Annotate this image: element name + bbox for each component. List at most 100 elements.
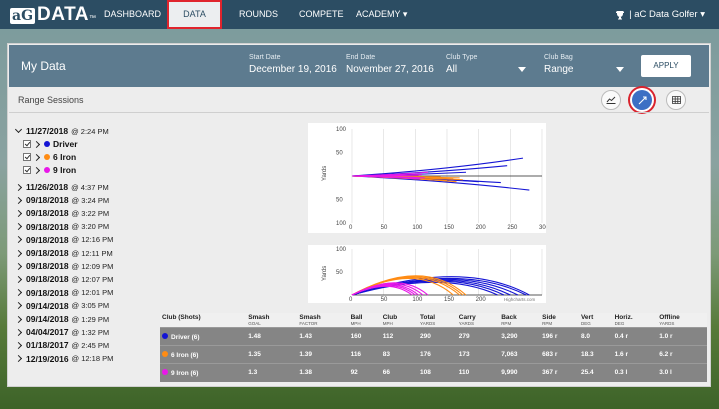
start-date-value[interactable]: December 19, 2016 [249, 64, 337, 75]
session-item[interactable]: 09/18/2018 @ 12:16 PM [14, 234, 113, 245]
session-item[interactable]: 12/19/2016 @ 12:18 PM [14, 353, 114, 364]
session-item[interactable]: 09/18/2018 @ 3:20 PM [14, 222, 109, 232]
end-date-value[interactable]: November 27, 2016 [346, 64, 434, 75]
club-item-6-iron[interactable]: 6 Iron [23, 152, 76, 162]
x-tick-label: 0 [349, 225, 353, 231]
logo-data: DATA [37, 4, 89, 25]
club-label: Driver [53, 139, 78, 149]
column-unit: FACTOR [299, 321, 318, 326]
nav-data[interactable]: DATA [167, 0, 222, 29]
club-item-9-iron[interactable]: 9 Iron [23, 165, 76, 175]
session-item[interactable]: 09/18/2018 @ 12:01 PM [14, 287, 114, 298]
y-axis-label: Yards [322, 266, 328, 281]
club-bag-value: Range [544, 64, 574, 75]
club-bag-label: Club Bag [544, 54, 573, 61]
logo-trademark: ™ [88, 15, 96, 22]
nav-rounds[interactable]: ROUNDS [239, 0, 278, 29]
table-cell: 25.4 [578, 363, 613, 382]
column-header: Vert DEG [578, 313, 613, 328]
chevron-right-icon [14, 196, 23, 204]
table-cell: 196 r [540, 327, 579, 346]
checkbox[interactable] [23, 166, 31, 174]
table-cell: 9,990 [499, 363, 541, 382]
table-cell: 1.35 [246, 345, 298, 364]
session-time: @ 12:18 PM [71, 354, 114, 364]
session-item[interactable]: 04/04/2017 @ 1:32 PM [14, 327, 109, 337]
session-date: 09/18/2018 [26, 234, 69, 245]
column-header: Horiz. DEG [612, 313, 658, 328]
chevron-right-icon [14, 223, 23, 231]
session-time: @ 3:22 PM [71, 208, 110, 218]
end-date-label: End Date [346, 54, 376, 61]
chevron-right-icon [14, 262, 23, 270]
x-tick-label: 250 [507, 225, 518, 231]
page-title: My Data [21, 59, 66, 73]
chevron-right-icon[interactable] [32, 153, 41, 161]
session-time: @ 12:01 PM [71, 288, 114, 298]
session-item[interactable]: 09/18/2018 @ 12:07 PM [14, 274, 113, 284]
club-type-label: Club Type [446, 54, 478, 61]
app-logo[interactable]: aG DATA ™ [10, 4, 96, 26]
table-cell: 116 [348, 345, 381, 364]
session-item[interactable]: 01/18/2017 @ 2:45 PM [14, 340, 110, 350]
shot-path-line [351, 165, 508, 177]
session-date: 09/18/2018 [26, 261, 69, 272]
session-item[interactable]: 11/27/2018 @ 2:24 PM [14, 125, 109, 136]
session-time: @ 3:24 PM [71, 195, 110, 205]
column-unit: MPH [350, 321, 361, 326]
table-cell: 683 r [540, 345, 579, 364]
session-item[interactable]: 09/18/2018 @ 12:11 PM [14, 248, 113, 258]
club-bag-select[interactable]: Club Bag Range [544, 54, 624, 75]
chevron-right-icon[interactable] [32, 166, 41, 174]
session-time: @ 3:05 PM [71, 301, 110, 311]
nav-academy[interactable]: ACADEMY ▾ [356, 0, 407, 29]
column-header: Side RPM [540, 313, 579, 328]
end-date-field[interactable]: End Date November 27, 2016 [346, 54, 434, 75]
session-date: 12/19/2016 [26, 353, 69, 364]
y-tick-label: 50 [336, 151, 343, 157]
filter-header: My Data Start Date December 19, 2016 End… [9, 45, 709, 87]
club-color-dot [162, 350, 168, 357]
session-item[interactable]: 09/14/2018 @ 1:29 PM [14, 314, 109, 324]
table-cell: 1.48 [246, 327, 298, 346]
nav-compete[interactable]: COMPETE [299, 0, 344, 29]
driver-color-dot [44, 141, 50, 147]
session-item[interactable]: 11/26/2018 @ 4:37 PM [14, 182, 109, 192]
club-type-select[interactable]: Club Type All [446, 54, 526, 75]
table-cell: 160 [348, 327, 381, 346]
session-time: @ 2:45 PM [71, 340, 110, 350]
column-unit: YARDS [659, 321, 675, 326]
table-cell: 367 r [540, 363, 579, 382]
column-header: Club MPH [380, 313, 419, 328]
chevron-right-icon[interactable] [32, 140, 41, 148]
trophy-icon [616, 10, 625, 19]
session-date: 09/18/2018 [26, 248, 69, 258]
y-tick-label: 50 [336, 198, 343, 204]
session-item[interactable]: 09/18/2018 @ 12:09 PM [14, 261, 113, 272]
apply-button[interactable]: APPLY [641, 55, 691, 77]
column-header: Offline YARDS [657, 313, 707, 328]
user-menu[interactable]: | aC Data Golfer ▾ [615, 0, 705, 29]
line-chart-view-button[interactable] [601, 90, 621, 110]
start-date-field[interactable]: Start Date December 19, 2016 [249, 54, 337, 75]
y-tick-label: 100 [336, 127, 347, 133]
table-grid-icon [671, 96, 681, 104]
nav-dashboard[interactable]: DASHBOARD [104, 0, 161, 29]
session-item[interactable]: 09/18/2018 @ 3:24 PM [14, 195, 110, 205]
session-date: 09/18/2018 [26, 287, 69, 298]
table-view-button[interactable] [666, 90, 686, 110]
x-tick-label: 150 [444, 225, 455, 231]
session-item[interactable]: 09/18/2018 @ 3:22 PM [14, 208, 110, 218]
trajectory-view-button[interactable] [632, 90, 652, 110]
checkbox[interactable] [23, 153, 31, 161]
column-unit: RPM [501, 321, 512, 326]
club-item-driver[interactable]: Driver [23, 139, 78, 149]
column-header: Smash GOAL [246, 313, 298, 328]
session-item[interactable]: 09/14/2018 @ 3:05 PM [14, 301, 110, 311]
table-cell: 1.43 [297, 327, 349, 346]
checkbox[interactable] [23, 140, 31, 148]
table-cell: 83 [380, 345, 419, 364]
table-cell: 176 [418, 345, 457, 364]
x-tick-label: 0 [349, 297, 353, 303]
chevron-right-icon [14, 249, 23, 257]
